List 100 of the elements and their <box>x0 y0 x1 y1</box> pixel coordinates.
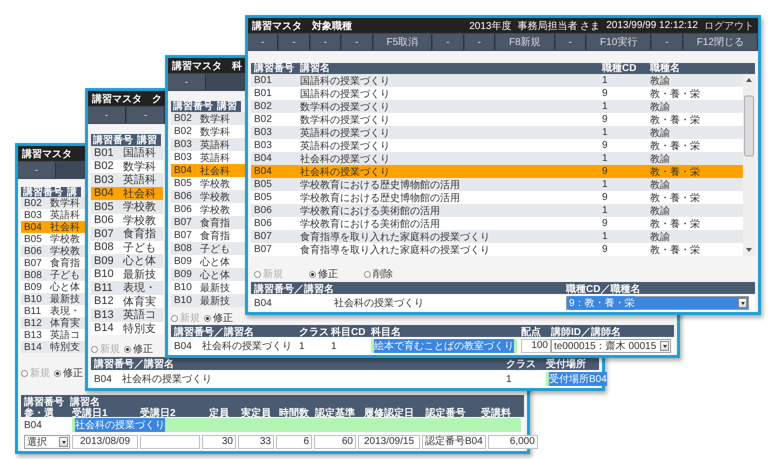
table-row[interactable]: B04 社会科 <box>21 221 85 233</box>
radio-option[interactable]: 修正 <box>54 366 83 380</box>
dropdown[interactable]: 9：教・養・栄 <box>566 296 749 310</box>
input-field[interactable]: 2013/09/15 <box>358 435 420 449</box>
dropdown[interactable]: 選択 <box>24 435 70 449</box>
radio-option[interactable]: 修正 <box>309 267 338 281</box>
table-row[interactable]: B04 社会科の授業づくり 9 教・養・栄 <box>251 165 743 178</box>
table-row[interactable]: B10 最新技 <box>171 294 245 307</box>
table-row[interactable]: B03 英語科 <box>171 138 245 151</box>
table-row[interactable]: B13 英語コ <box>21 329 85 341</box>
function-key-button[interactable]: - <box>279 34 310 50</box>
function-key-button[interactable]: - <box>433 34 464 50</box>
table-row[interactable]: B08 子ども <box>91 240 163 254</box>
table-row[interactable]: B07 食育指導を取り入れた家庭科の授業づくり 9 教・養・栄 <box>251 243 743 256</box>
table-row[interactable]: B13 英語コ <box>91 308 163 322</box>
table-cell-text: B09 <box>173 269 193 280</box>
function-key-button[interactable]: F8新規 <box>496 34 555 50</box>
table-row[interactable]: B06 学校教 <box>171 190 245 203</box>
table-row[interactable]: B03 英語科の授業づくり 9 教・養・栄 <box>251 139 743 152</box>
table-cell-text: 学校教育における美術館の活用 <box>299 218 441 230</box>
function-key-button[interactable]: - <box>248 34 278 50</box>
table-row[interactable]: B05 学校教 <box>171 177 245 190</box>
table-row[interactable]: B07 食育指 <box>21 257 85 269</box>
course-name-field[interactable]: 社会科の授業づくり <box>72 418 521 432</box>
table-row[interactable]: B10 最新技 <box>21 293 85 305</box>
table-row[interactable]: B09 心と体 <box>171 255 245 268</box>
radio-option[interactable]: 削除 <box>364 267 393 281</box>
table-row[interactable]: B12 体育実 <box>21 317 85 329</box>
table-row[interactable]: B03 英語科の授業づくり 1 教諭 <box>251 126 743 139</box>
function-key-button[interactable]: F12閉じる <box>684 34 758 50</box>
table-row[interactable]: B02 数学科の授業づくり 1 教諭 <box>251 100 743 113</box>
table-row[interactable]: B11 表現・ <box>91 281 163 294</box>
table-row[interactable]: B14 特別支 <box>21 341 85 353</box>
table-row[interactable]: B12 体育実 <box>91 294 163 308</box>
function-key-button[interactable]: - <box>127 107 165 123</box>
table-row[interactable]: B10 最新技 <box>171 281 245 294</box>
table-row[interactable]: B02 数学科 <box>171 125 245 138</box>
input-field[interactable]: 6,000 <box>488 435 538 449</box>
function-key-button[interactable]: - <box>464 34 495 50</box>
function-key-button[interactable]: - <box>18 162 56 178</box>
table-row[interactable]: B05 学校教 <box>91 200 163 214</box>
table-row[interactable]: B06 学校教 <box>21 245 85 257</box>
table-row[interactable]: B08 子ども <box>21 269 85 281</box>
function-key-button[interactable]: - <box>310 34 342 50</box>
scrollbar[interactable] <box>743 74 755 256</box>
function-key-button[interactable]: - <box>168 74 206 90</box>
table-row[interactable]: B09 心と体 <box>91 254 163 268</box>
input-field[interactable]: 2013/08/09 <box>72 435 138 449</box>
table-row[interactable]: B03 英語科 <box>171 151 245 164</box>
table-row[interactable]: B10 最新技 <box>91 268 163 281</box>
table-row[interactable]: B01 国語科の授業づくり 1 教諭 <box>251 74 743 87</box>
function-key-button[interactable]: - <box>88 107 126 123</box>
table-row[interactable]: B01 国語科 <box>91 146 163 160</box>
table-cell-text: 9 <box>601 166 609 177</box>
table-row[interactable]: B07 食育指導を取り入れた家庭科の授業づくり 1 教諭 <box>251 230 743 243</box>
function-key-button[interactable]: - <box>342 34 372 50</box>
table-row[interactable]: B06 学校教育における美術館の活用 9 教・養・栄 <box>251 217 743 230</box>
table-row[interactable]: B09 心と体 <box>171 268 245 281</box>
input-field[interactable]: 6 <box>276 435 312 449</box>
function-key-button[interactable]: F10実行 <box>587 34 652 50</box>
function-key-button[interactable]: - <box>556 34 586 50</box>
table-row[interactable]: B14 特別支 <box>91 322 163 335</box>
table-row[interactable]: B02 数学科 <box>21 197 85 209</box>
input-field[interactable]: 認定番号B04 <box>422 435 486 449</box>
place-field[interactable]: 受付場所B04 <box>546 372 607 386</box>
table-cell-text: 1 <box>601 101 609 112</box>
radio-option[interactable]: 修正 <box>204 311 233 325</box>
input-field[interactable] <box>140 435 200 449</box>
table-row[interactable]: B03 英語科 <box>91 173 163 186</box>
table-row[interactable]: B02 数学科 <box>91 160 163 173</box>
table-row[interactable]: B04 社会科の授業づくり 1 教諭 <box>251 152 743 165</box>
logout-link[interactable]: ログアウト <box>704 18 754 32</box>
table-row[interactable]: B06 学校教育における美術館の活用 1 教諭 <box>251 204 743 217</box>
function-key-button[interactable]: - <box>652 34 683 50</box>
table-row[interactable]: B07 食育指 <box>171 216 245 229</box>
table-row[interactable]: B09 心と体 <box>21 281 85 293</box>
radio-option[interactable]: 修正 <box>124 342 153 356</box>
function-key-button[interactable]: F5取消 <box>374 34 432 50</box>
table-row[interactable]: B06 学校教 <box>91 214 163 227</box>
subject-name-field[interactable]: 絵本で育むことばの教室づくり <box>371 339 517 353</box>
table-row[interactable]: B02 数学科 <box>171 112 245 125</box>
table-row[interactable]: B08 子ども <box>171 242 245 255</box>
table-row[interactable]: B04 社会科 <box>91 186 163 200</box>
dropdown[interactable]: te000015：齋木 00015 <box>551 339 671 353</box>
table-row[interactable]: B05 学校教育における歴史博物館の活用 9 教・養・栄 <box>251 191 743 204</box>
table-row[interactable]: B04 社会科 <box>171 164 245 177</box>
table-row[interactable]: B02 数学科の授業づくり 9 教・養・栄 <box>251 113 743 126</box>
table-cell-text: 数学科 <box>49 196 80 210</box>
input-field[interactable]: 30 <box>202 435 236 449</box>
table-row[interactable]: B05 学校教 <box>21 233 85 245</box>
table-row[interactable]: B06 学校教 <box>171 203 245 216</box>
points-field[interactable]: 100 <box>521 339 551 353</box>
table-row[interactable]: B01 国語科の授業づくり 9 教・養・栄 <box>251 87 743 100</box>
table-row[interactable]: B07 食育指 <box>91 227 163 240</box>
table-row[interactable]: B07 食育指 <box>171 229 245 242</box>
input-field[interactable]: 60 <box>314 435 356 449</box>
table-row[interactable]: B05 学校教育における歴史博物館の活用 1 教諭 <box>251 178 743 191</box>
input-field[interactable]: 33 <box>238 435 274 449</box>
table-row[interactable]: B03 英語科 <box>21 209 85 221</box>
table-row[interactable]: B11 表現・ <box>21 305 85 317</box>
